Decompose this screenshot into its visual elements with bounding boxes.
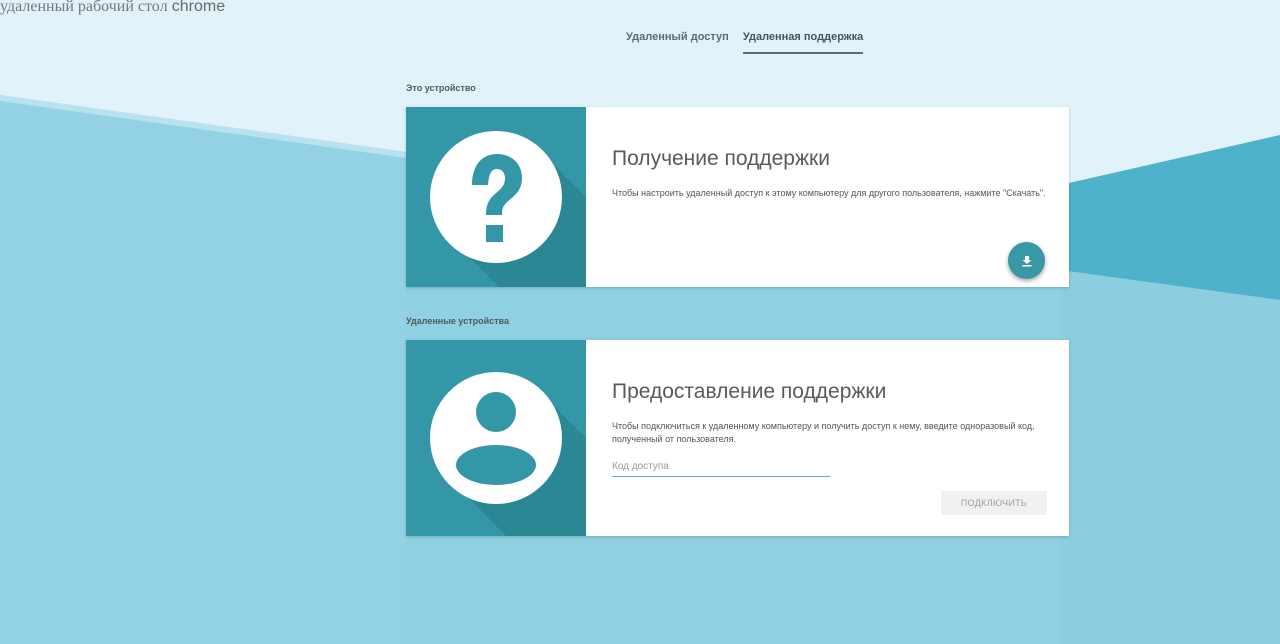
access-code-input[interactable] — [612, 461, 830, 472]
card-title-give-support: Предоставление поддержки — [612, 380, 887, 403]
get-support-body: Получение поддержки Чтобы настроить удал… — [586, 107, 1069, 287]
get-support-illustration — [406, 107, 586, 287]
help-icon — [430, 131, 586, 287]
connect-button[interactable]: ПОДКЛЮЧИТЬ — [941, 491, 1047, 515]
background-illustration — [0, 0, 1280, 644]
card-description-get-support: Чтобы настроить удаленный доступ к этому… — [612, 188, 1046, 198]
section-label-this-device: Это устройство — [406, 83, 476, 93]
card-title-get-support: Получение поддержки — [612, 147, 830, 170]
person-icon — [430, 372, 586, 536]
logo-brand: chrome — [171, 0, 226, 15]
give-support-card: Предоставление поддержки Чтобы подключит… — [406, 340, 1069, 536]
tab-bar: Удаленный доступ Удаленная поддержка — [626, 31, 877, 54]
tab-remote-support[interactable]: Удаленная поддержка — [742, 31, 864, 54]
download-button[interactable] — [1008, 242, 1045, 279]
section-label-remote-devices: Удаленные устройства — [406, 316, 509, 326]
tab-remote-access[interactable]: Удаленный доступ — [626, 31, 729, 54]
card-description-give-support: Чтобы подключиться к удаленному компьюте… — [612, 421, 1035, 444]
give-support-body: Предоставление поддержки Чтобы подключит… — [586, 340, 1069, 536]
access-code-field — [612, 456, 830, 477]
logo-text: удаленный рабочий стол — [0, 0, 168, 15]
app-logo: удаленный рабочий стол chrome — [0, 0, 225, 16]
get-support-card: Получение поддержки Чтобы настроить удал… — [406, 107, 1069, 287]
give-support-illustration — [406, 340, 586, 536]
download-icon — [1022, 255, 1031, 266]
